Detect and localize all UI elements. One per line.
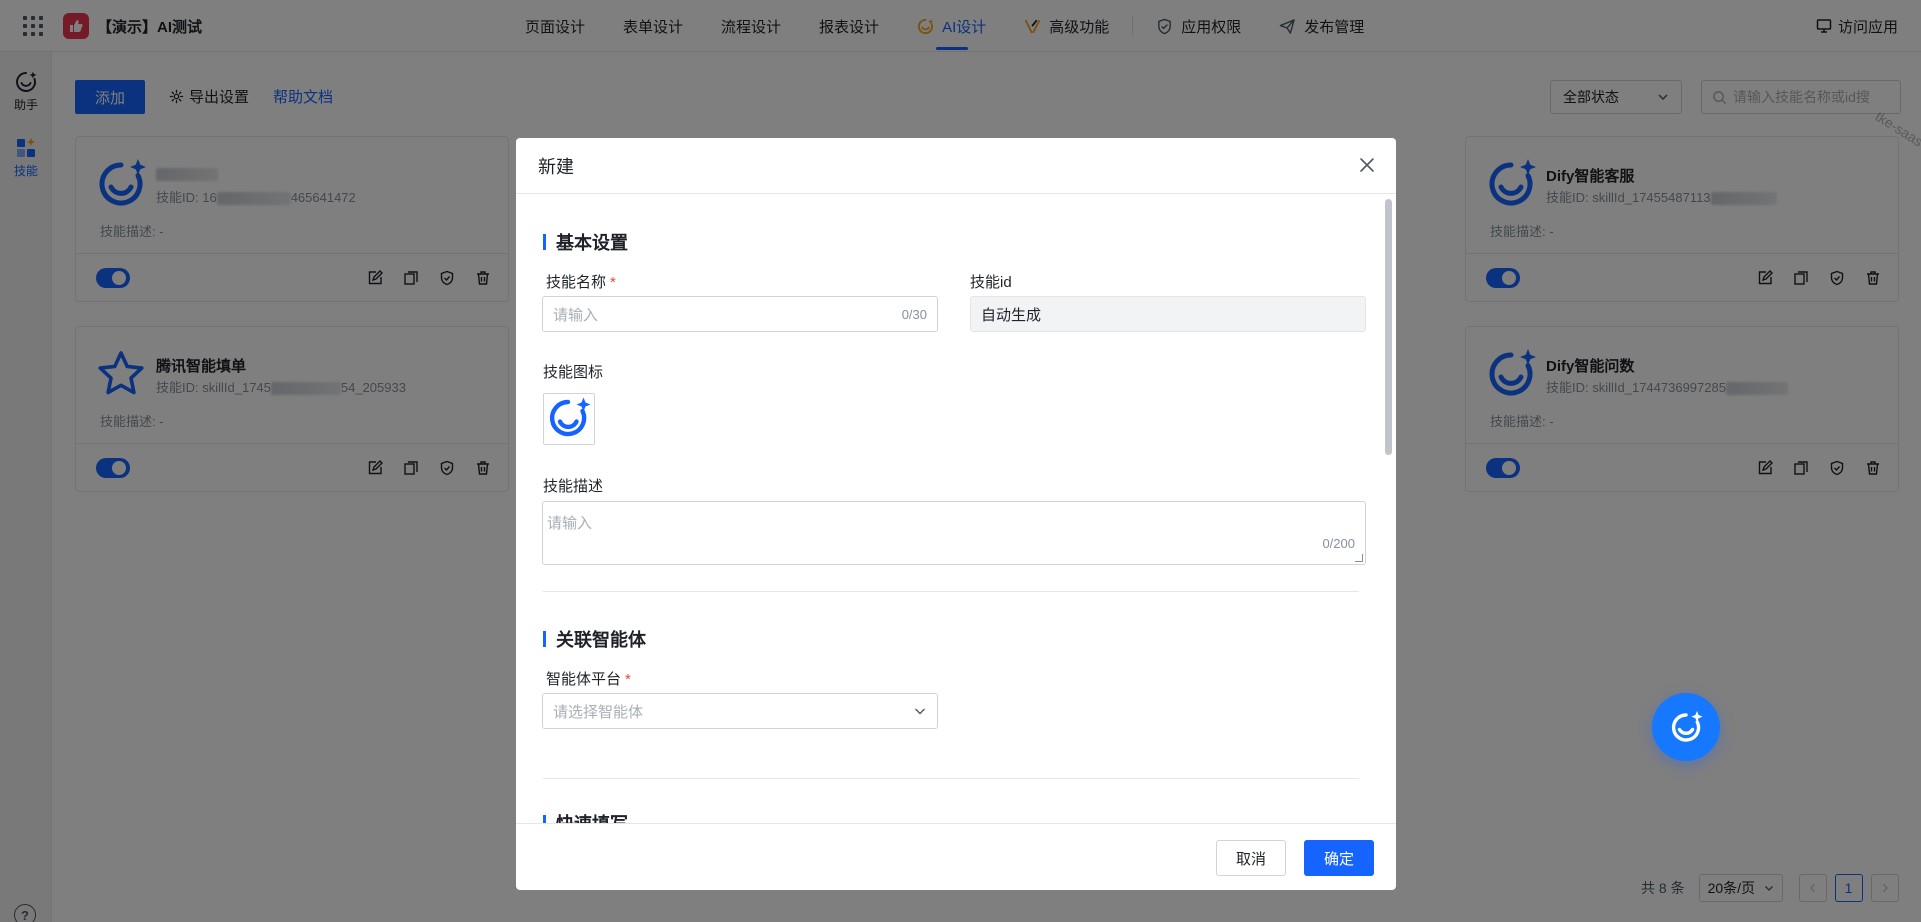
skill-desc-counter: 0/200 [1322,536,1355,551]
agent-platform-label: 智能体平台 * [546,671,631,688]
ai-smile-sparkle-icon [1671,711,1703,742]
skill-id-field: 自动生成 [970,296,1366,332]
dialog-scrollbar[interactable] [1385,199,1392,455]
section-quick-fill: 快速填写 [543,810,628,823]
dialog-header: 新建 [516,138,1396,194]
skill-name-input[interactable]: 请输入 0/30 [542,296,938,332]
agent-platform-select[interactable]: 请选择智能体 [542,693,938,729]
section-divider [543,591,1359,592]
skill-icon-label: 技能图标 [543,364,604,381]
skill-desc-label: 技能描述 [543,478,604,495]
skill-desc-textarea[interactable]: 请输入 0/200 [542,501,1366,565]
skill-icon-picker[interactable] [543,393,595,445]
dialog-footer: 取消 确定 [516,823,1396,890]
floating-assistant-button[interactable] [1652,693,1720,761]
resize-grip-icon[interactable] [1355,554,1363,562]
section-linked-agent: 关联智能体 [543,626,646,652]
skill-id-value: 自动生成 [981,306,1042,324]
dialog-title: 新建 [538,156,574,177]
new-skill-dialog: 新建 基本设置 技能名称 * 请输入 0/30 技能id 自动生成 技能图标 技能… [516,138,1396,890]
skill-name-placeholder: 请输入 [553,306,599,324]
skill-desc-placeholder: 请输入 [547,515,593,532]
skill-name-counter: 0/30 [901,306,927,322]
skill-name-label: 技能名称 * [546,274,616,291]
close-icon[interactable] [1358,156,1376,174]
skill-id-label: 技能id [970,274,1012,291]
ai-smile-sparkle-icon [549,397,591,437]
section-basic-settings: 基本设置 [543,229,628,255]
chevron-down-icon [915,708,925,715]
section-divider [543,778,1359,779]
agent-platform-placeholder: 请选择智能体 [553,703,644,721]
confirm-button[interactable]: 确定 [1304,840,1374,876]
cancel-button[interactable]: 取消 [1216,840,1286,876]
dialog-body[interactable]: 基本设置 技能名称 * 请输入 0/30 技能id 自动生成 技能图标 技能描述 … [516,195,1396,823]
